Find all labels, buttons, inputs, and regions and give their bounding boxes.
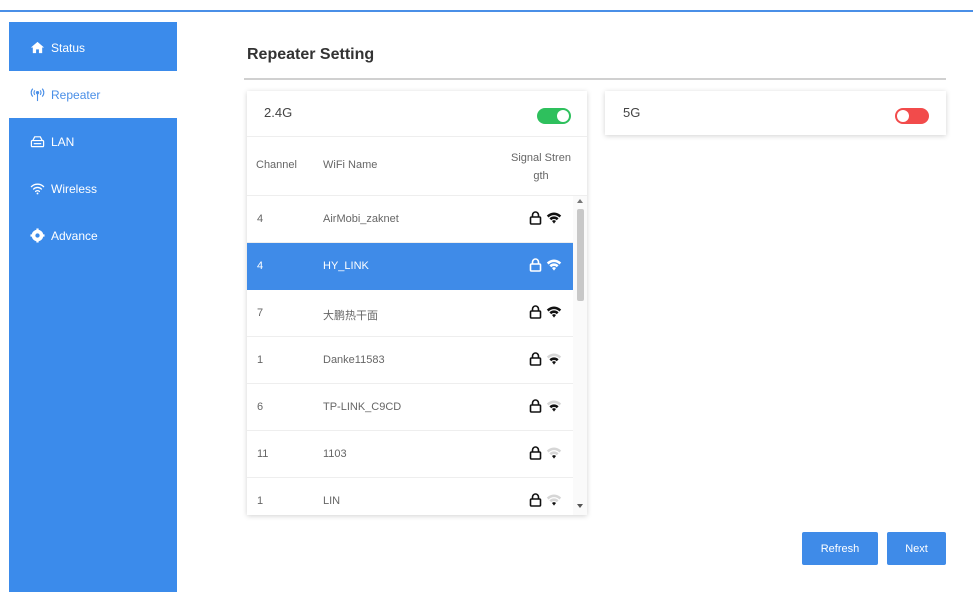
scroll-up-arrow[interactable] [577, 199, 583, 203]
network-row[interactable]: 4 HY_LINK [247, 243, 573, 290]
network-row[interactable]: 4 AirMobi_zaknet [247, 196, 573, 243]
band-5g-panel: 5G [605, 91, 946, 135]
network-list: 4 AirMobi_zaknet 4 HY_LINK 7 大鹏热干面 1 Danke11583… [247, 196, 573, 515]
sidebar-item-advance[interactable]: Advance [9, 212, 177, 259]
network-channel: 4 [257, 213, 264, 225]
network-channel: 6 [257, 401, 264, 413]
sidebar-item-lan[interactable]: LAN [9, 118, 177, 165]
wifi-signal-icon [546, 353, 562, 365]
top-accent-line [0, 10, 973, 12]
column-header-wifi-name: WiFi Name [323, 159, 378, 171]
wifi-signal-icon [546, 494, 562, 506]
network-row[interactable]: 1 Danke11583 [247, 337, 573, 384]
network-name: 大鹏热干面 [323, 310, 378, 322]
sidebar-item-label: LAN [51, 134, 75, 149]
sidebar-item-label: Advance [51, 228, 98, 243]
lock-icon [529, 305, 542, 319]
wifi-signal-icon [546, 447, 562, 459]
lock-icon [529, 446, 542, 460]
band-5g-toggle[interactable] [895, 108, 929, 124]
sidebar-item-label: Status [51, 40, 86, 55]
network-row[interactable]: 7 大鹏热干面 [247, 290, 573, 337]
page-title: Repeater Setting [247, 46, 375, 63]
sidebar-item-label: Wireless [51, 181, 98, 196]
wifi-signal-icon [546, 259, 562, 271]
sidebar-item-status[interactable]: Status [9, 24, 177, 71]
network-name: HY_LINK [323, 260, 369, 272]
lock-icon [529, 211, 542, 225]
band-5g-label: 5G [623, 105, 641, 120]
band-24g-panel: 2.4G Channel WiFi Name Signal Strength 4… [247, 91, 587, 515]
wifi-signal-icon [546, 212, 562, 224]
band-24g-label: 2.4G [264, 105, 293, 120]
router-icon [29, 134, 45, 150]
lock-icon [529, 493, 542, 507]
network-channel: 4 [257, 260, 264, 272]
lock-icon [529, 258, 542, 272]
lock-icon [529, 399, 542, 413]
scroll-down-arrow[interactable] [577, 504, 583, 508]
network-channel: 1 [257, 495, 264, 507]
refresh-button[interactable]: Refresh [802, 532, 878, 565]
wifi-signal-icon [546, 306, 562, 318]
network-channel: 1 [257, 354, 264, 366]
sidebar-item-wireless[interactable]: Wireless [9, 165, 177, 212]
column-header-channel: Channel [256, 159, 297, 171]
network-name: TP-LINK_C9CD [323, 401, 402, 413]
network-table-header: Channel WiFi Name Signal Strength [247, 136, 587, 196]
network-name: AirMobi_zaknet [323, 213, 399, 225]
lock-icon [529, 352, 542, 366]
network-name: 1103 [323, 448, 347, 460]
sidebar-item-repeater[interactable]: Repeater [9, 71, 177, 118]
network-row[interactable]: 1 LIN [247, 478, 573, 515]
sidebar-item-label: Repeater [51, 87, 101, 102]
network-channel: 11 [257, 448, 269, 460]
title-divider [244, 78, 946, 80]
home-icon [29, 40, 45, 56]
network-channel: 7 [257, 307, 264, 319]
network-name: LIN [323, 495, 341, 507]
wifi-signal-icon [546, 400, 562, 412]
antenna-icon [29, 87, 45, 103]
scrollbar-thumb[interactable] [577, 209, 584, 301]
band-24g-toggle[interactable] [537, 108, 571, 124]
next-button[interactable]: Next [887, 532, 946, 565]
gear-icon [29, 228, 45, 244]
network-name: Danke11583 [323, 354, 385, 366]
column-header-signal: Signal Strength [511, 152, 571, 182]
network-row[interactable]: 6 TP-LINK_C9CD [247, 384, 573, 431]
sidebar: Status Repeater LAN Wireless Advance [9, 22, 177, 592]
wifi-icon [29, 181, 45, 197]
network-row[interactable]: 11 1103 [247, 431, 573, 478]
